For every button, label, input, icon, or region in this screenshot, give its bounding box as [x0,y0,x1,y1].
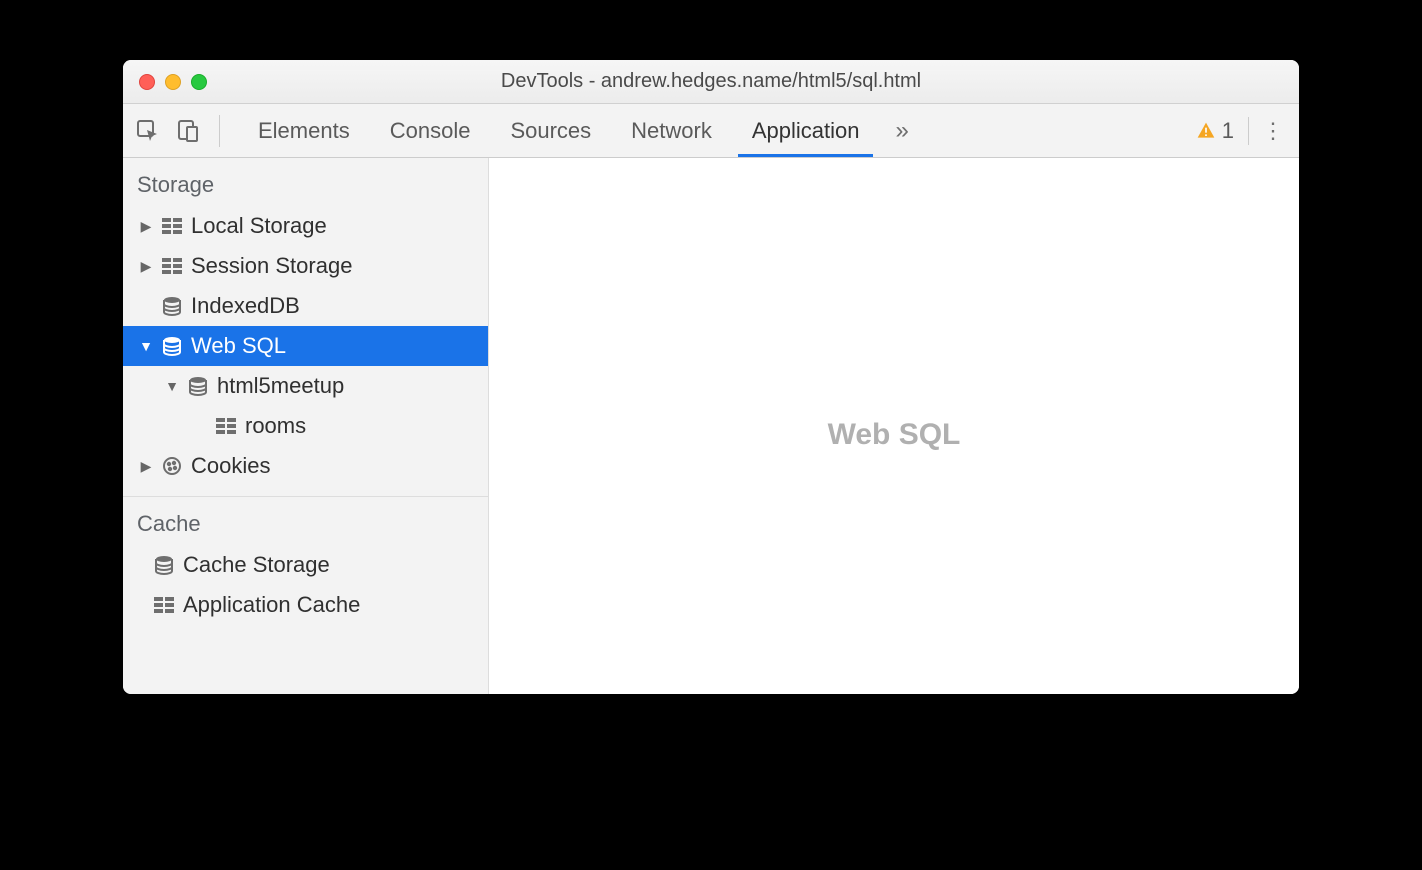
websql-label: Web SQL [191,333,286,359]
database-icon [153,554,175,576]
storage-grid-icon [161,215,183,237]
database-icon [161,295,183,317]
session-storage-label: Session Storage [191,253,352,279]
main-content: Web SQL [489,158,1299,694]
titlebar: DevTools - andrew.hedges.name/html5/sql.… [123,60,1299,104]
database-icon [161,335,183,357]
database-icon [187,375,209,397]
tabs-overflow-icon[interactable]: » [879,104,924,157]
application-sidebar: Storage ▶ Local Storage ▶ Session Storag… [123,158,489,694]
section-storage: Storage [123,158,488,206]
content-placeholder: Web SQL [828,418,961,452]
tab-elements[interactable]: Elements [238,104,370,157]
warning-icon [1196,121,1216,141]
sidebar-item-local-storage[interactable]: ▶ Local Storage [123,206,488,246]
devtools-window: DevTools - andrew.hedges.name/html5/sql.… [123,60,1299,694]
application-cache-label: Application Cache [183,592,360,618]
section-cache: Cache [123,497,488,545]
storage-grid-icon [161,255,183,277]
sidebar-item-cookies[interactable]: ▶ Cookies [123,446,488,486]
table-grid-icon [215,415,237,437]
close-icon[interactable] [139,74,155,90]
sidebar-item-websql[interactable]: ▼ Web SQL [123,326,488,366]
sidebar-item-application-cache[interactable]: Application Cache [123,585,488,625]
device-mode-icon[interactable] [175,118,201,144]
window-title: DevTools - andrew.hedges.name/html5/sql.… [123,70,1299,93]
sidebar-item-indexeddb[interactable]: IndexedDB [123,286,488,326]
cookies-label: Cookies [191,453,270,479]
local-storage-label: Local Storage [191,213,327,239]
tab-application[interactable]: Application [732,104,880,157]
tab-console[interactable]: Console [370,104,491,157]
tab-network[interactable]: Network [611,104,732,157]
indexeddb-label: IndexedDB [191,293,300,319]
collapse-icon: ▼ [165,378,179,394]
expand-icon: ▶ [139,218,153,235]
devtools-toolbar: Elements Console Sources Network Applica… [123,104,1299,158]
websql-table-label: rooms [245,413,306,439]
expand-icon: ▶ [139,258,153,275]
warnings-badge[interactable]: 1 [1196,117,1249,145]
settings-menu-icon[interactable]: ⋮ [1259,118,1287,144]
websql-db-label: html5meetup [217,373,344,399]
expand-icon: ▶ [139,458,153,475]
maximize-icon[interactable] [191,74,207,90]
sidebar-item-session-storage[interactable]: ▶ Session Storage [123,246,488,286]
sidebar-item-websql-table[interactable]: rooms [123,406,488,446]
collapse-icon: ▼ [139,338,153,354]
cookie-icon [161,455,183,477]
tab-sources[interactable]: Sources [490,104,611,157]
inspect-element-icon[interactable] [135,118,161,144]
sidebar-item-cache-storage[interactable]: Cache Storage [123,545,488,585]
storage-grid-icon [153,594,175,616]
minimize-icon[interactable] [165,74,181,90]
traffic-lights [123,74,207,90]
warning-count: 1 [1222,118,1234,144]
cache-storage-label: Cache Storage [183,552,330,578]
sidebar-item-websql-db[interactable]: ▼ html5meetup [123,366,488,406]
devtools-tabs: Elements Console Sources Network Applica… [238,104,1196,157]
